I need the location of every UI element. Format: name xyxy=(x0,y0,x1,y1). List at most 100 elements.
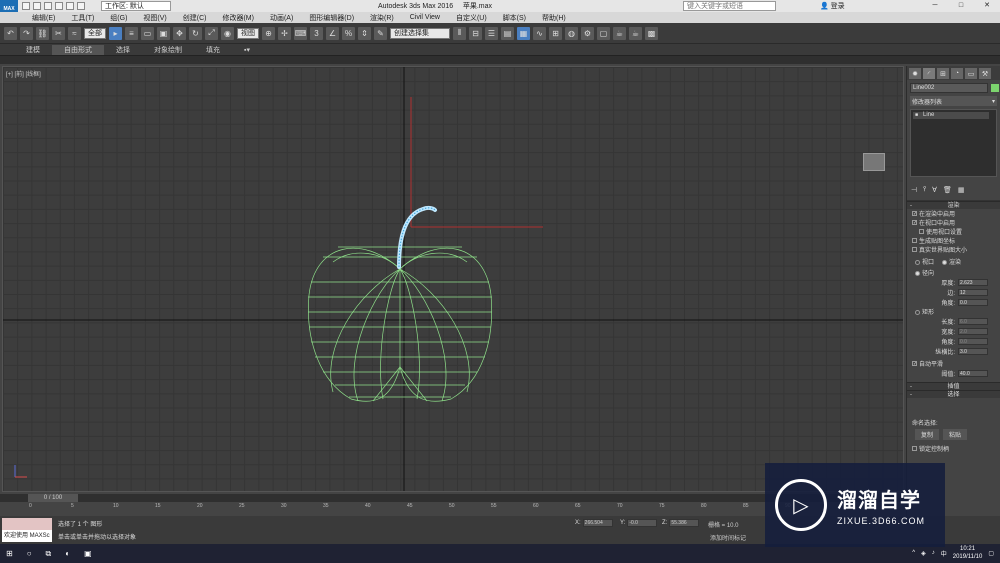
schematic-view-icon[interactable]: ⊞ xyxy=(549,26,562,40)
layer-manager-icon[interactable]: ☰ xyxy=(485,26,498,40)
select-manipulate-icon[interactable]: ✢ xyxy=(278,26,291,40)
unlink-icon[interactable]: ✂ xyxy=(52,26,65,40)
rotate-icon[interactable]: ↻ xyxy=(189,26,202,40)
tab-populate[interactable]: 填充 xyxy=(194,45,232,55)
rectangular-radio[interactable]: 矩形 xyxy=(907,307,1000,316)
rect-selection-icon[interactable]: ▭ xyxy=(141,26,154,40)
3dsmax-taskbar-icon[interactable]: ▣ xyxy=(84,549,92,558)
paste-button[interactable]: 粘贴 xyxy=(943,429,968,440)
workspace-dropdown[interactable]: 工作区: 默认 xyxy=(101,1,171,11)
new-file-icon[interactable] xyxy=(22,2,30,10)
undo-icon[interactable]: ↶ xyxy=(4,26,17,40)
rendered-frame-icon[interactable]: ▢ xyxy=(597,26,610,40)
named-selection-dropdown[interactable]: 创建选择集 xyxy=(390,27,450,39)
scale-icon[interactable]: ⤢ xyxy=(205,26,218,40)
sides-value[interactable]: 12 xyxy=(958,288,988,296)
selection-filter-dropdown[interactable]: 全部 xyxy=(84,27,106,39)
redo-icon[interactable] xyxy=(66,2,74,10)
snap-3d-icon[interactable]: 3 xyxy=(310,26,323,40)
x-value[interactable]: 266.504 xyxy=(582,519,613,527)
menu-animation[interactable]: 动画(A) xyxy=(262,13,301,23)
menu-customize[interactable]: 自定义(U) xyxy=(448,13,495,23)
render-setup-icon[interactable]: ⚙ xyxy=(581,26,594,40)
hierarchy-tab-icon[interactable]: ⊞ xyxy=(937,68,949,79)
app-logo[interactable]: MAX xyxy=(0,0,18,12)
redo-icon[interactable]: ↷ xyxy=(20,26,33,40)
length-value[interactable]: 6.0 xyxy=(958,317,988,325)
tab-freeform[interactable]: 自由形式 xyxy=(52,44,104,55)
move-icon[interactable]: ✥ xyxy=(173,26,186,40)
percent-snap-icon[interactable]: % xyxy=(342,26,355,40)
selection-level-icons[interactable] xyxy=(907,398,1000,418)
ribbon-toggle-icon[interactable]: ▦ xyxy=(517,26,530,40)
auto-smooth-checkbox[interactable]: ✓ 自动平滑 xyxy=(907,359,1000,368)
ribbon-options-icon[interactable]: ▪▾ xyxy=(232,46,262,54)
create-tab-icon[interactable]: ✹ xyxy=(909,68,921,79)
render-iterative-icon[interactable]: ☕ xyxy=(629,26,642,40)
render-production-icon[interactable]: ☕ xyxy=(613,26,626,40)
maxscript-output[interactable]: 欢迎使用 MAXSc xyxy=(2,530,52,542)
viewport-radio[interactable]: 视口 xyxy=(915,257,934,266)
show-end-result-icon[interactable]: ⫯ xyxy=(923,186,926,194)
motion-tab-icon[interactable]: ◔ xyxy=(951,68,963,79)
chevron-up-icon[interactable]: ^ xyxy=(912,550,915,556)
menu-graph-editors[interactable]: 图形编辑器(D) xyxy=(301,13,362,23)
save-file-icon[interactable] xyxy=(44,2,52,10)
network-icon[interactable]: ◈ xyxy=(921,550,926,557)
notification-icon[interactable]: ▢ xyxy=(988,550,994,557)
render-radio[interactable]: 渲染 xyxy=(942,257,961,266)
front-viewport[interactable]: [+] [前] [线框] xyxy=(2,66,904,492)
search-input[interactable]: 键入关键字或短语 xyxy=(683,1,776,11)
viewcube-icon[interactable] xyxy=(863,153,885,171)
clock[interactable]: 10:21 2019/11/10 xyxy=(953,545,983,561)
rendering-rollout-header[interactable]: 渲染 xyxy=(907,201,1000,210)
enable-in-renderer-checkbox[interactable]: ✓ 在渲染中启用 xyxy=(907,209,1000,218)
angle-spinner[interactable]: 角度: 0.0 xyxy=(907,297,1000,307)
use-viewport-settings-checkbox[interactable]: 使用视口设置 xyxy=(907,227,1000,236)
placement-icon[interactable]: ◉ xyxy=(221,26,234,40)
thickness-spinner[interactable]: 厚度: 2.623 xyxy=(907,277,1000,287)
link-icon[interactable]: ⛓ xyxy=(36,26,49,40)
generate-mapping-checkbox[interactable]: 生成贴图坐标 xyxy=(907,236,1000,245)
make-unique-icon[interactable]: ∀ xyxy=(932,186,937,194)
remove-modifier-icon[interactable]: 🗑 xyxy=(943,186,952,194)
volume-icon[interactable]: ♪ xyxy=(932,550,935,556)
window-crossing-icon[interactable]: ▣ xyxy=(157,26,170,40)
curve-editor-icon[interactable]: ∿ xyxy=(533,26,546,40)
spinner-snap-icon[interactable]: ⇕ xyxy=(358,26,371,40)
width-spinner[interactable]: 宽度: 2.0 xyxy=(907,326,1000,336)
maxscript-input[interactable] xyxy=(2,518,52,530)
edit-named-sets-icon[interactable]: ✎ xyxy=(374,26,387,40)
menu-views[interactable]: 视图(V) xyxy=(135,13,174,23)
add-time-tag-button[interactable]: 添加时间标记 xyxy=(710,533,746,542)
windows-start-icon[interactable]: ⊞ xyxy=(6,549,13,558)
bind-spacewarp-icon[interactable]: ≈ xyxy=(68,26,81,40)
lock-handles-checkbox[interactable]: 锁定控制柄 xyxy=(907,444,1000,453)
stack-item-line[interactable]: Line xyxy=(913,112,989,119)
utilities-tab-icon[interactable]: ⚒ xyxy=(979,68,991,79)
real-world-map-checkbox[interactable]: 真实世界贴图大小 xyxy=(907,245,1000,254)
align-icon[interactable]: ⊟ xyxy=(469,26,482,40)
display-tab-icon[interactable]: ▭ xyxy=(965,68,977,79)
menu-edit[interactable]: 编辑(E) xyxy=(24,13,63,23)
angle-value[interactable]: 0.0 xyxy=(958,298,988,306)
undo-icon[interactable] xyxy=(55,2,63,10)
browser-icon[interactable]: ◐ xyxy=(65,549,70,558)
mirror-icon[interactable]: ⫴ xyxy=(453,26,466,40)
select-by-name-icon[interactable]: ≡ xyxy=(125,26,138,40)
tab-object-paint[interactable]: 对象绘制 xyxy=(142,45,194,55)
menu-group[interactable]: 组(G) xyxy=(102,13,135,23)
threshold-spinner[interactable]: 阈值: 40.0 xyxy=(907,368,1000,378)
enable-in-viewport-checkbox[interactable]: ✓ 在视口中启用 xyxy=(907,218,1000,227)
search-icon[interactable]: ○ xyxy=(27,549,32,558)
minimize-button[interactable]: ─ xyxy=(922,0,948,12)
menu-modifiers[interactable]: 修改器(M) xyxy=(214,13,262,23)
maximize-button[interactable]: □ xyxy=(948,0,974,12)
sides-spinner[interactable]: 边: 12 xyxy=(907,287,1000,297)
y-value[interactable]: -0.0 xyxy=(627,519,658,527)
thickness-value[interactable]: 2.623 xyxy=(958,278,988,286)
modify-tab-icon[interactable]: ◜ xyxy=(923,68,935,79)
login-button[interactable]: 👤 登录 xyxy=(820,1,845,11)
rect-angle-value[interactable]: 0.0 xyxy=(958,337,988,345)
menu-scripting[interactable]: 脚本(S) xyxy=(495,13,534,23)
